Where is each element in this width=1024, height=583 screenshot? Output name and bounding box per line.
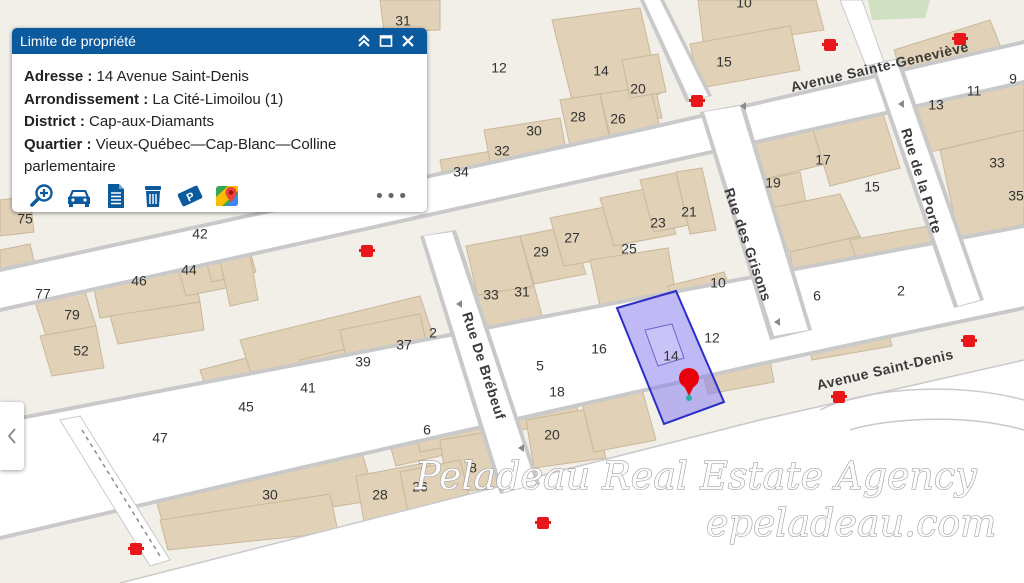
parking-icon: P [177,185,203,207]
address-number: 9 [1009,71,1017,87]
parking-button[interactable]: P [172,182,208,210]
field-borough: Arrondissement : La Cité-Limoilou (1) [24,89,415,112]
address-number: 10 [710,275,726,291]
popup-toolbar: P ••• [24,182,419,210]
field-value: 14 Avenue Saint-Denis [96,68,249,85]
address-number: 13 [928,97,944,113]
address-number: 10 [736,0,752,11]
property-popup: Limite de propriété Adresse : 14 Avenue … [12,28,427,212]
directions-button[interactable] [61,182,97,210]
field-neighbourhood: Quartier : Vieux-Québec—Cap-Blanc—Collin… [24,134,415,179]
google-maps-button[interactable] [209,182,245,210]
popup-header: Limite de propriété [12,28,427,54]
field-value: Cap-aux-Diamants [89,113,215,130]
address-number: 14 [593,63,609,79]
field-district: District : Cap-aux-Diamants [24,111,415,134]
maximize-icon [379,35,393,47]
document-icon [108,184,124,208]
google-maps-icon [216,186,238,206]
address-number: 11 [967,83,982,99]
waste-collection-button[interactable] [135,182,171,210]
more-options-button[interactable]: ••• [374,186,409,207]
address-number: 28 [570,109,586,125]
address-number: 45 [238,399,254,415]
address-number: 31 [514,284,530,300]
address-number: 19 [765,175,781,191]
address-number: 35 [1008,188,1024,204]
address-number: 29 [533,244,549,260]
field-label: Arrondissement : [24,90,149,108]
address-number: 17 [815,152,831,168]
address-number: 15 [864,179,880,195]
address-number: 2 [897,283,905,299]
report-button[interactable] [98,182,134,210]
address-number: 26 [610,111,626,127]
address-number: 25 [621,241,637,257]
address-number: 20 [544,427,560,443]
address-number: 77 [35,286,51,302]
field-label: Adresse : [24,68,93,85]
chevron-left-icon [7,428,16,444]
car-icon [68,190,90,207]
address-number: 21 [681,204,697,220]
address-number: 46 [131,273,147,289]
side-panel-toggle[interactable] [0,402,24,470]
double-chevron-up-icon [358,34,370,47]
address-number: 16 [591,341,607,357]
address-number: 34 [453,164,469,180]
address-number: 30 [262,487,278,503]
watermark-url: epeladeau.com [706,501,996,545]
address-number: 27 [564,230,580,246]
popup-body: Adresse : 14 Avenue Saint-Denis Arrondis… [12,54,427,179]
address-number: 14 [663,348,679,364]
address-number: 20 [630,81,646,97]
address-number: 37 [396,337,412,353]
address-number: 31 [395,13,411,29]
address-number: 79 [64,307,80,323]
address-number: 12 [704,330,720,346]
address-number: 6 [423,422,431,438]
field-address: Adresse : 14 Avenue Saint-Denis [24,66,415,89]
address-number: 30 [526,123,542,139]
trash-bin-icon [145,186,161,207]
address-number: 5 [536,358,544,374]
address-number: 23 [650,215,666,231]
address-number: 44 [181,262,197,278]
address-number: 12 [491,60,507,76]
zoom-in-icon [30,184,53,207]
field-label: Quartier : [24,135,92,153]
address-number: 28 [372,487,388,503]
park-area [868,0,930,20]
address-number: 41 [300,380,316,396]
maximize-button[interactable] [375,30,397,52]
address-number: 42 [192,226,208,242]
watermark-agency: Peladeau Real Estate Agency [414,454,977,498]
popup-title: Limite de propriété [20,33,136,49]
zoom-in-button[interactable] [24,182,60,210]
field-label: District : [24,113,85,130]
address-number: 52 [73,343,89,359]
close-icon [402,35,414,47]
address-number: 33 [989,155,1005,171]
address-number: 15 [716,54,732,70]
address-number: 75 [17,211,33,227]
close-button[interactable] [397,30,419,52]
address-number: 18 [549,384,565,400]
address-number: 6 [813,288,821,304]
address-number: 2 [429,325,437,341]
address-number: 39 [355,354,371,370]
address-number: 32 [494,143,510,159]
field-value: La Cité-Limoilou (1) [152,90,284,108]
address-number: 33 [483,287,499,303]
address-number: 47 [152,430,168,446]
collapse-button[interactable] [353,30,375,52]
